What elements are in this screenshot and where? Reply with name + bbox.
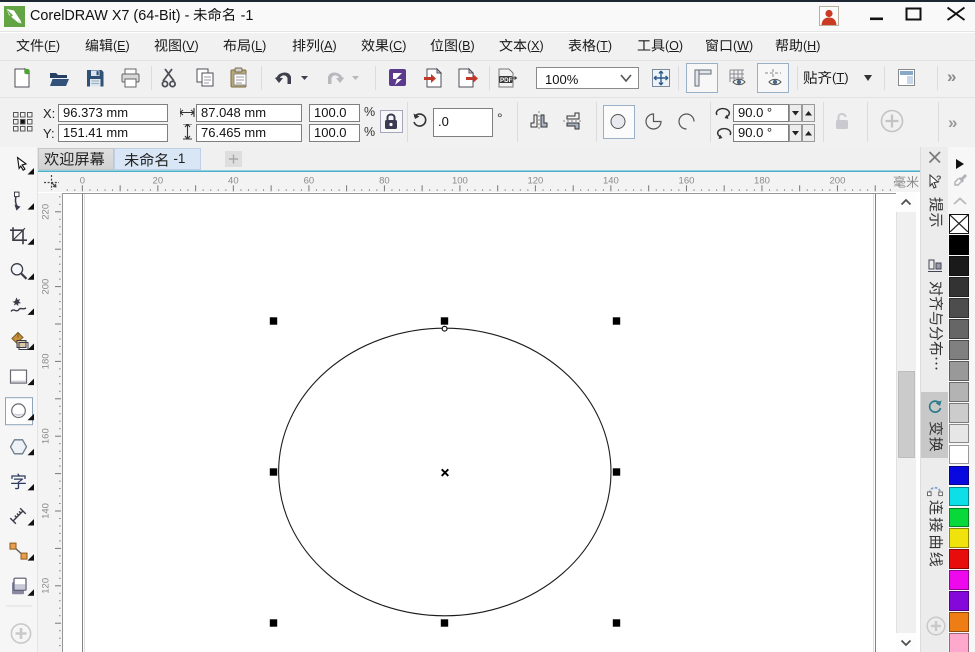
svg-text:200: 200 (830, 175, 846, 186)
svg-text:20: 20 (153, 175, 164, 186)
svg-text:120: 120 (41, 577, 52, 593)
svg-text:180: 180 (754, 175, 770, 186)
svg-text:40: 40 (228, 175, 239, 186)
svg-text:180: 180 (41, 353, 52, 369)
svg-text:160: 160 (41, 428, 52, 444)
svg-text:200: 200 (41, 278, 52, 294)
svg-text:220: 220 (41, 203, 52, 219)
svg-text:160: 160 (679, 175, 695, 186)
svg-text:120: 120 (527, 175, 543, 186)
svg-text:140: 140 (41, 503, 52, 519)
svg-text:PDF: PDF (500, 77, 513, 84)
svg-text:140: 140 (603, 175, 619, 186)
svg-text:80: 80 (379, 175, 390, 186)
svg-text:0: 0 (80, 175, 85, 186)
svg-text:100: 100 (452, 175, 468, 186)
svg-text:?: ? (936, 174, 942, 184)
svg-text:60: 60 (304, 175, 315, 186)
